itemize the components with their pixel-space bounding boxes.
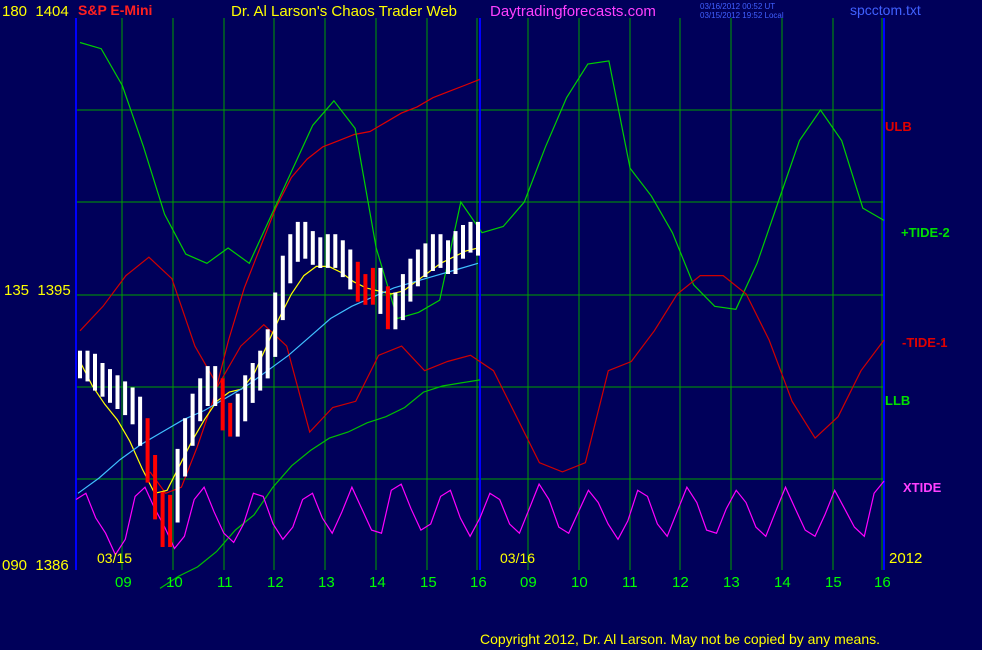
timestamp-ut: 03/16/2012 00:52 UT [700, 2, 775, 11]
price-bar [363, 274, 368, 305]
price-bar [138, 396, 143, 446]
hour-label-day1: 11 [217, 574, 233, 591]
price-bar [446, 240, 450, 274]
price-bar [333, 234, 338, 268]
price-bar [423, 243, 428, 278]
hour-label-day2: 12 [672, 574, 689, 591]
hour-label-day1: 09 [115, 574, 132, 591]
price-bar [228, 402, 233, 437]
hour-label-day1: 15 [420, 574, 437, 591]
scale-top-label: 180 1404 [2, 3, 69, 20]
chart-title: Dr. Al Larson's Chaos Trader Web [231, 3, 457, 20]
copyright-text: Copyright 2012, Dr. Al Larson. May not b… [480, 631, 880, 647]
price-bar [123, 381, 128, 416]
price-bar [288, 234, 293, 284]
price-bar [130, 387, 135, 425]
price-bar [438, 234, 443, 268]
price-bar [258, 350, 263, 391]
price-bar [85, 350, 90, 382]
day1-label: 03/15 [97, 550, 132, 566]
price-bar [378, 267, 383, 314]
background [0, 0, 982, 650]
timestamp-local: 03/15/2012 19:52 Local [700, 11, 784, 20]
price-bar [295, 221, 300, 262]
price-bar [340, 240, 345, 278]
hour-label-day2: 13 [723, 574, 740, 591]
price-bar [220, 378, 225, 431]
tide1-label: -TIDE-1 [902, 335, 948, 350]
price-bar [370, 267, 375, 305]
price-bar [318, 237, 323, 268]
price-bar [190, 393, 195, 446]
price-bar [235, 393, 240, 437]
price-bar [273, 292, 278, 357]
price-bar [153, 455, 158, 520]
hour-label-day2: 09 [520, 574, 537, 591]
tide2-label: +TIDE-2 [901, 225, 950, 240]
price-bar [78, 350, 82, 379]
hour-label-day2: 10 [571, 574, 588, 591]
filename-label: spcctom.txt [850, 2, 921, 18]
price-bar [415, 249, 420, 287]
price-bar [265, 329, 270, 379]
price-bar [408, 258, 413, 302]
price-bar [168, 494, 173, 547]
price-bar [476, 221, 480, 256]
hour-label-day1: 10 [166, 574, 183, 591]
hour-label-day2: 15 [825, 574, 842, 591]
price-bar [461, 225, 465, 259]
day2-label: 03/16 [500, 550, 535, 566]
price-bar [430, 234, 435, 271]
price-bar [205, 366, 210, 406]
hour-label-day1: 13 [318, 574, 335, 591]
price-bar [100, 363, 105, 397]
price-bar [198, 378, 203, 422]
price-bar [183, 418, 188, 477]
xtide-label: XTIDE [903, 480, 942, 495]
price-bar [325, 234, 330, 268]
hour-label-day2: 16 [874, 574, 891, 591]
price-bar [108, 369, 112, 403]
price-bar [348, 249, 353, 290]
price-bar [145, 418, 150, 483]
price-bar [355, 261, 360, 302]
scale-mid-label: 135 1395 [4, 282, 71, 299]
price-bar [175, 448, 180, 523]
price-bar [303, 221, 308, 259]
price-bar [385, 286, 390, 330]
ulb-label: ULB [885, 119, 912, 134]
llb-label: LLB [885, 393, 910, 408]
price-bar [243, 375, 248, 422]
hour-label-day1: 14 [369, 574, 386, 591]
hour-label-day2: 11 [622, 574, 638, 591]
year-label: 2012 [889, 550, 922, 567]
hour-label-day1: 12 [267, 574, 284, 591]
price-bar [393, 292, 398, 330]
price-bar [468, 221, 473, 253]
price-bar [310, 231, 315, 265]
scale-bottom-label: 090 1386 [2, 557, 69, 574]
price-bar [280, 255, 285, 321]
site-link[interactable]: Daytradingforecasts.com [490, 3, 656, 20]
price-bar [250, 363, 255, 403]
hour-label-day1: 16 [470, 574, 487, 591]
hour-label-day2: 14 [774, 574, 791, 591]
price-bar [160, 491, 165, 547]
price-bar [93, 353, 97, 391]
instrument-label: S&P E-Mini [78, 2, 152, 18]
price-bar [400, 274, 405, 321]
price-bar [213, 366, 218, 406]
price-bar [115, 375, 120, 409]
price-bar [453, 231, 458, 274]
chart-canvas: 180 1404 S&P E-Mini Dr. Al Larson's Chao… [0, 0, 982, 650]
